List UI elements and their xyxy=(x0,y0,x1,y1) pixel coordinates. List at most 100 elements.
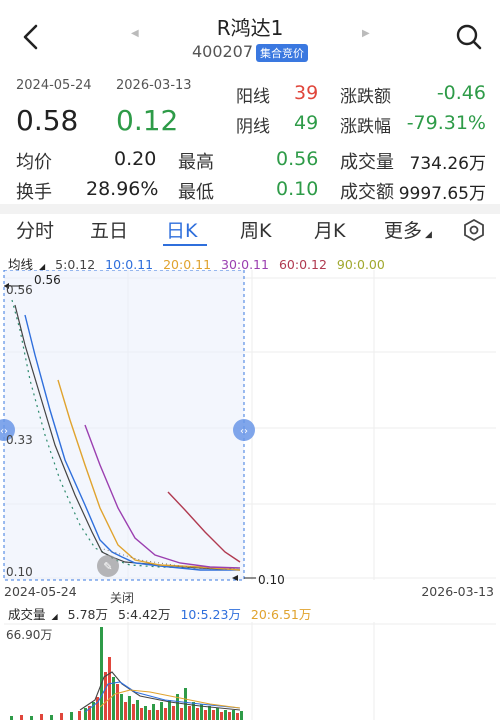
volume-bar xyxy=(180,708,183,720)
up-days-value: 39 xyxy=(294,82,319,104)
x-axis-start-label: 2024-05-24 xyxy=(4,584,77,599)
header: ◀ ▶ R鸿达1 400207 集合竞价 xyxy=(0,0,500,70)
volume-bar xyxy=(236,713,239,720)
low-label: 最低 xyxy=(178,182,214,203)
tab-more-label: 更多 xyxy=(384,220,423,242)
volume-bar xyxy=(188,706,191,720)
volume-bar xyxy=(208,706,211,720)
volume-bar xyxy=(78,711,81,720)
volume-bar xyxy=(228,712,231,720)
tab-weekly-k[interactable]: 周K xyxy=(240,216,271,243)
volume-bar xyxy=(168,700,171,720)
volume-bar xyxy=(220,712,223,720)
y-axis-mid-label: 0.33 xyxy=(6,433,33,447)
volume-bar xyxy=(50,715,53,720)
volume-bar xyxy=(156,710,159,720)
period-tabs: 分时 五日 日K 周K 月K 更多 ◢ xyxy=(0,214,500,250)
volume-bar xyxy=(240,711,243,720)
volume-bar xyxy=(120,694,123,720)
section-divider xyxy=(0,204,500,214)
stock-name: R鸿达1 xyxy=(216,16,284,40)
tab-monthly-k[interactable]: 月K xyxy=(314,216,345,243)
kline-chart[interactable]: ‹› ‹› ✎ xyxy=(0,270,500,582)
change-pct-value: -79.31% xyxy=(406,112,486,134)
volume-bar xyxy=(104,672,107,720)
volume-bar xyxy=(136,700,139,720)
volume-bar xyxy=(140,708,143,720)
volume-bar xyxy=(216,708,219,720)
amount-label: 成交额 xyxy=(340,182,394,203)
volume-bar xyxy=(20,715,23,720)
avg-label: 均价 xyxy=(16,152,52,173)
auction-badge: 集合竞价 xyxy=(256,43,309,62)
right-range-handle[interactable]: ‹› xyxy=(233,419,255,441)
y-axis-top-label: 0.56 xyxy=(6,283,33,297)
start-date: 2024-05-24 xyxy=(16,78,92,93)
max-price-label: 0.56 xyxy=(34,273,61,287)
edit-range-button[interactable]: ✎ xyxy=(97,555,119,577)
svg-text:‹›: ‹› xyxy=(240,426,248,437)
volume-bar xyxy=(40,714,43,720)
change-amount-value: -0.46 xyxy=(436,82,486,104)
volume-bar xyxy=(164,708,167,720)
turnover-value: 28.96% xyxy=(86,178,159,200)
range-selection-box[interactable] xyxy=(3,270,245,581)
stock-code: 400207 xyxy=(191,42,254,61)
volume-ma5: 5:4.42万 xyxy=(117,607,171,622)
volume-indicator-label: 成交量 xyxy=(8,607,46,622)
search-icon[interactable] xyxy=(452,20,486,54)
volume-bar xyxy=(232,710,235,720)
change-amount-label: 涨跌额 xyxy=(340,87,391,107)
tab-five-day[interactable]: 五日 xyxy=(90,216,128,243)
volume-ma20: 20:6.51万 xyxy=(250,607,312,622)
min-price-label: 0.10 xyxy=(258,573,285,587)
volume-legend[interactable]: 成交量 ◢ 5.78万 5:4.42万 10:5.23万 20:6.51万 xyxy=(8,604,317,623)
volume-current: 5.78万 xyxy=(67,607,108,622)
volume-bar xyxy=(172,706,175,720)
end-price: 0.12 xyxy=(116,104,179,137)
volume-bar xyxy=(124,702,127,720)
volume-value: 734.26万 xyxy=(409,154,486,174)
turnover-label: 换手 xyxy=(16,182,52,203)
volume-bar xyxy=(132,704,135,720)
volume-bar xyxy=(70,712,73,720)
volume-bar xyxy=(144,706,147,720)
tab-intraday[interactable]: 分时 xyxy=(16,216,54,243)
volume-bar xyxy=(212,710,215,720)
active-tab-indicator xyxy=(163,244,207,246)
down-days-label: 阴线 xyxy=(236,117,270,137)
change-pct-label: 涨跌幅 xyxy=(340,117,391,137)
x-axis-end-label: 2026-03-13 xyxy=(421,584,494,599)
volume-bar xyxy=(116,684,119,720)
volume-bar xyxy=(30,716,33,720)
high-value: 0.56 xyxy=(276,148,319,170)
volume-bar xyxy=(160,702,163,720)
end-date: 2026-03-13 xyxy=(116,78,192,93)
tab-daily-k[interactable]: 日K xyxy=(166,216,197,243)
caret-down-icon: ◢ xyxy=(425,230,432,240)
volume-bar xyxy=(148,710,151,720)
volume-bar xyxy=(204,710,207,720)
y-axis-bottom-label: 0.10 xyxy=(6,565,33,579)
stock-code-line: 400207 集合竞价 xyxy=(0,42,500,62)
high-label: 最高 xyxy=(178,152,214,173)
volume-bar xyxy=(128,696,131,720)
settings-icon[interactable] xyxy=(462,218,486,242)
start-price: 0.58 xyxy=(16,104,79,137)
volume-bar xyxy=(60,713,63,720)
volume-bars xyxy=(10,627,243,720)
volume-chart[interactable] xyxy=(0,622,500,720)
up-days-label: 阳线 xyxy=(236,87,270,107)
svg-text:✎: ✎ xyxy=(103,560,112,573)
volume-bar xyxy=(108,657,111,720)
volume-ma10: 10:5.23万 xyxy=(180,607,241,622)
volume-bar xyxy=(224,710,227,720)
volume-bar xyxy=(196,708,199,720)
low-value: 0.10 xyxy=(276,178,319,200)
volume-label: 成交量 xyxy=(340,152,394,173)
down-days-value: 49 xyxy=(294,112,319,134)
tab-more[interactable]: 更多 ◢ xyxy=(384,216,432,243)
volume-bar xyxy=(84,708,87,720)
caret-down-icon: ◢ xyxy=(51,612,58,621)
volume-bar xyxy=(152,704,155,720)
